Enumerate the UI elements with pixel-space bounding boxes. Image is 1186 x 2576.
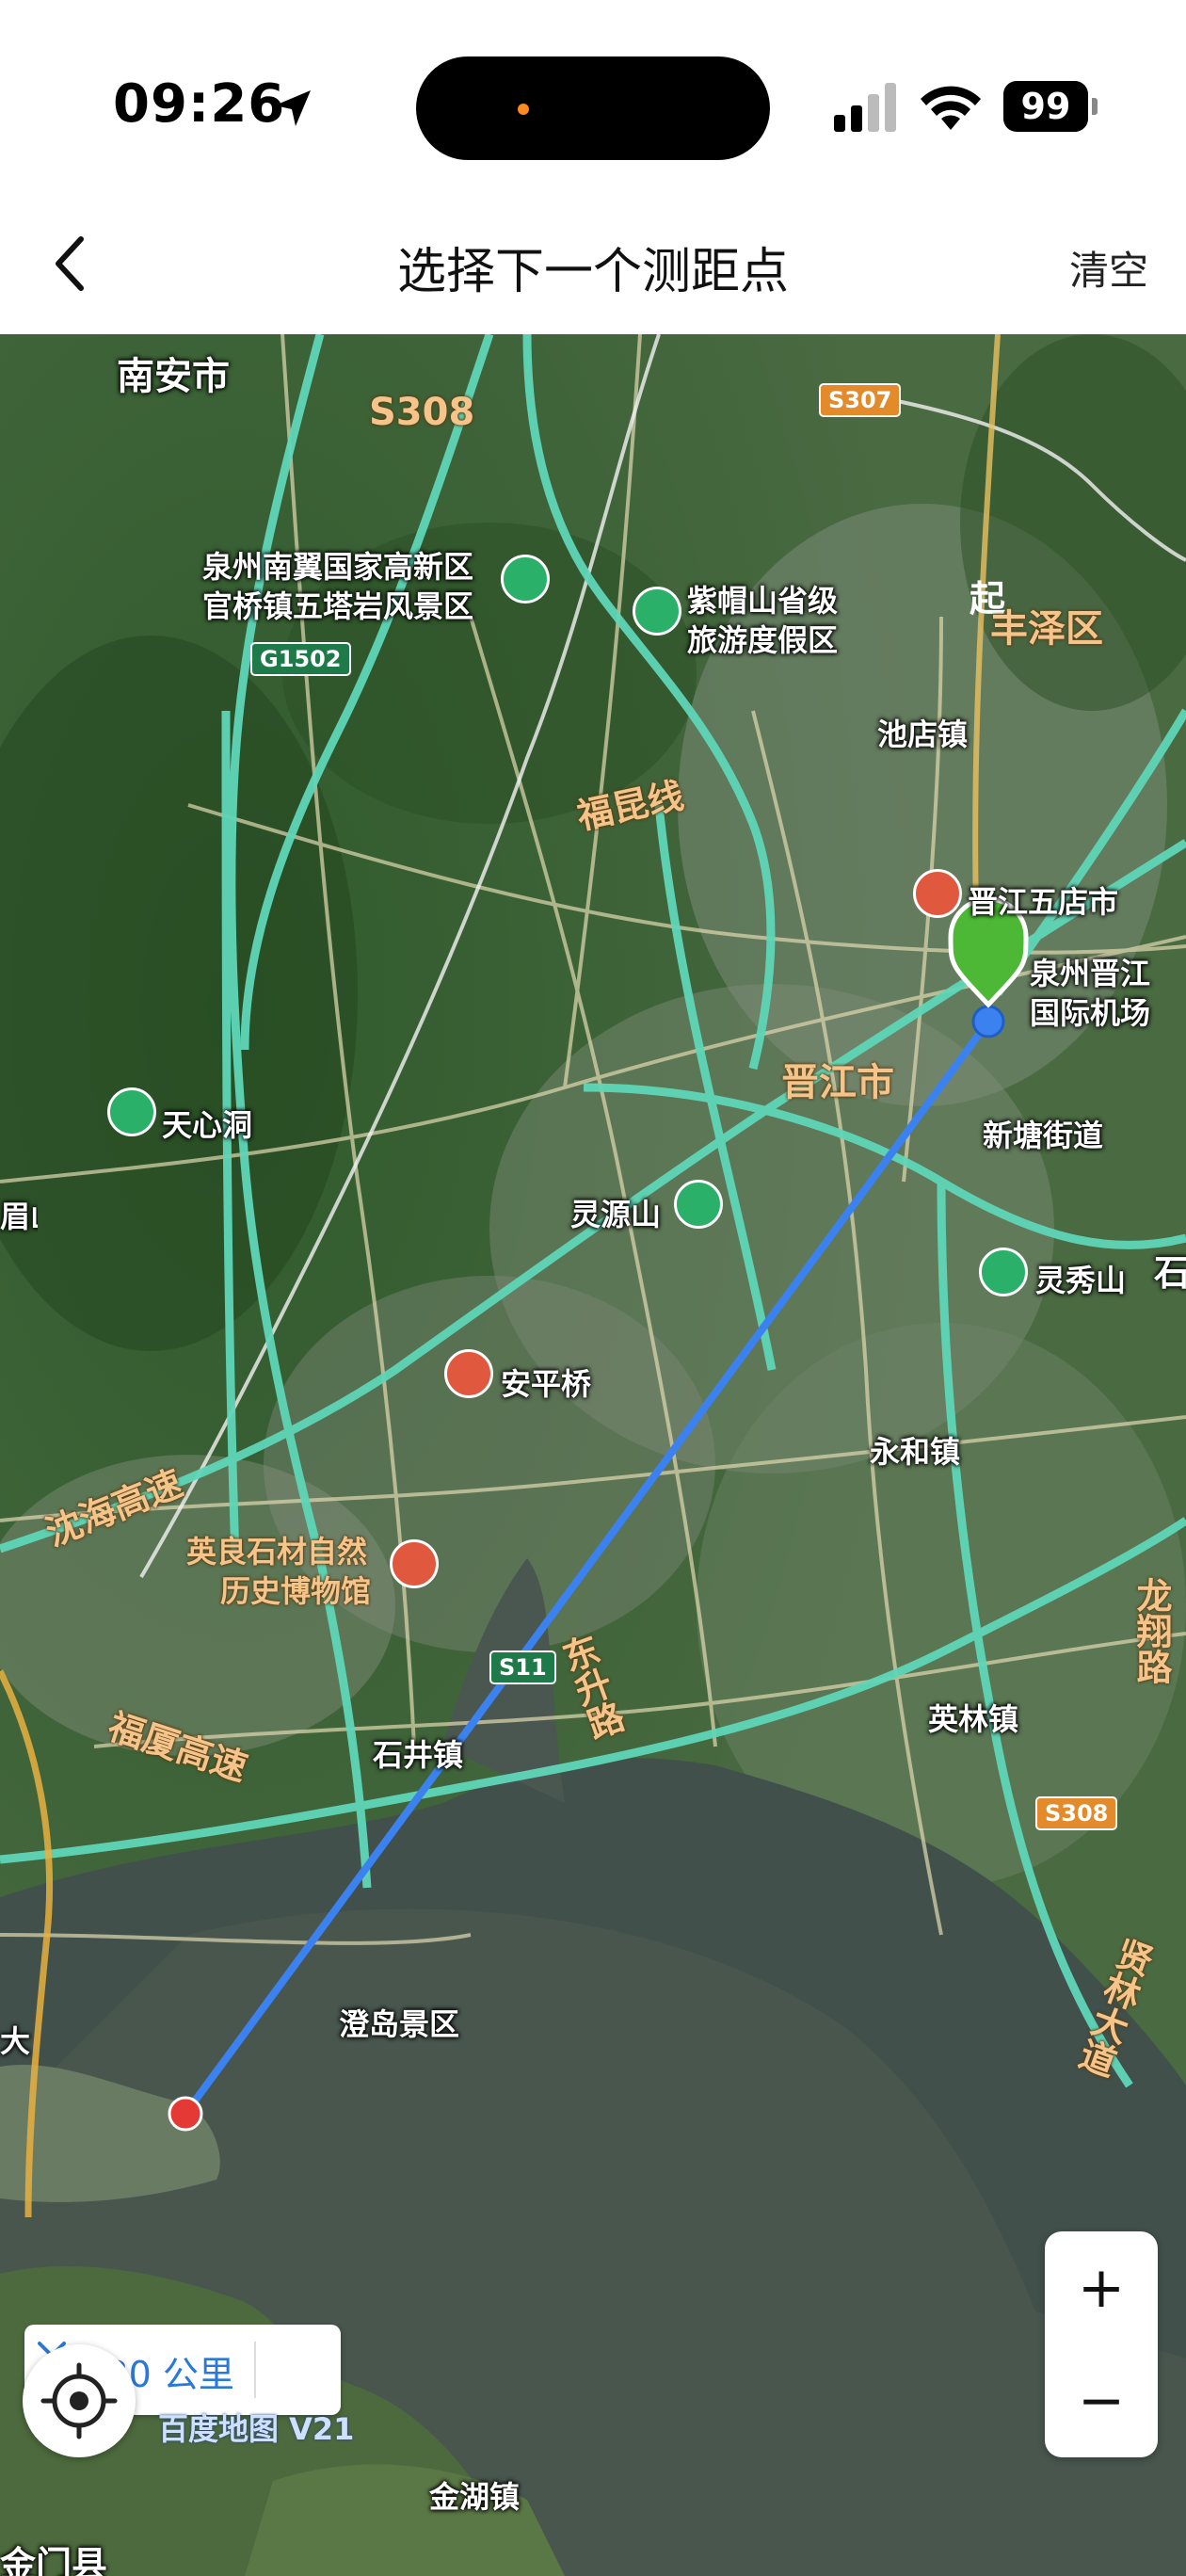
museum-icon [390, 1539, 439, 1588]
tree-icon [674, 1180, 723, 1229]
road-shield: S307 [819, 383, 902, 417]
nav-bar: 选择下一个测距点 清空 [0, 198, 1186, 334]
tree-icon [501, 555, 550, 604]
clear-button[interactable]: 清空 [1069, 239, 1148, 297]
tree-icon [633, 587, 681, 636]
zoom-in-label: + [1077, 2255, 1126, 2321]
place-label: 历史博物馆 [220, 1573, 372, 1609]
place-label: 池店镇 [877, 716, 969, 752]
museum-icon [913, 869, 962, 918]
cellular-signal-icon [834, 83, 896, 132]
museum-icon [444, 1349, 493, 1398]
road-shield: S11 [489, 1650, 556, 1684]
zoom-out-label: − [1077, 2368, 1126, 2434]
place-label: 眉山 [0, 1199, 38, 1234]
place-label: 永和镇 [870, 1434, 961, 1470]
page-title: 选择下一个测距点 [396, 244, 789, 300]
place-label: 英林镇 [928, 1701, 1019, 1737]
place-label: 旅游度假区 [687, 622, 839, 658]
zoom-in-button[interactable]: + [1045, 2231, 1158, 2344]
place-label: 晋江市 [781, 1061, 894, 1104]
zoom-out-button[interactable]: − [1045, 2344, 1158, 2457]
place-label: 官桥镇五塔岩风景区 [202, 588, 474, 624]
place-label: 天心洞 [162, 1107, 253, 1143]
distance-divider [254, 2342, 256, 2398]
wifi-icon [921, 86, 981, 130]
place-label: 紫帽山省级 [687, 583, 839, 619]
place-label: 金湖镇 [429, 2479, 521, 2515]
status-bar: 09:26 99 [0, 0, 1186, 198]
place-label: 灵源山 [570, 1197, 662, 1232]
place-label: 大 [0, 2023, 31, 2059]
place-label: 丰泽区 [990, 607, 1103, 651]
place-label: 金门县 [0, 2544, 108, 2576]
road-shield: G1502 [250, 642, 351, 676]
place-label: 石 [1154, 1252, 1186, 1294]
dynamic-island [416, 56, 770, 160]
satellite-map-canvas [0, 334, 1186, 2576]
locate-button[interactable] [23, 2344, 136, 2457]
battery-level: 99 [1003, 81, 1088, 132]
place-label: 泉州晋江 [1030, 956, 1151, 991]
place-label: 南安市 [117, 355, 230, 398]
road-label: 龙翔路 [1130, 1577, 1172, 1684]
map-view[interactable]: 起 南安市 泉州南翼国家高新区 官桥镇五塔岩风景区 紫帽山省级 旅游度假区 丰泽… [0, 334, 1186, 2576]
road-label: S308 [369, 391, 475, 434]
location-arrow-icon [275, 90, 311, 126]
road-shield: S308 [1035, 1796, 1118, 1830]
place-label: 安平桥 [501, 1366, 592, 1402]
locate-icon [40, 2362, 118, 2439]
status-time: 09:26 [113, 73, 286, 135]
place-label: 灵秀山 [1035, 1263, 1127, 1298]
zoom-control: + − [1045, 2231, 1158, 2457]
map-brand-logo: 百度地图 V21 [158, 2411, 355, 2447]
place-label: 晋江五店市 [968, 884, 1119, 920]
tree-icon [107, 1087, 156, 1136]
place-label: 英良石材自然 [186, 1534, 368, 1570]
place-label: 澄岛景区 [339, 2006, 460, 2042]
place-label: 新塘街道 [983, 1118, 1104, 1153]
place-label: 国际机场 [1030, 995, 1151, 1031]
battery-tip [1092, 98, 1098, 115]
privacy-indicator-dot [518, 104, 529, 115]
place-label: 石井镇 [373, 1737, 464, 1773]
place-label: 泉州南翼国家高新区 [202, 549, 474, 585]
tree-icon [979, 1248, 1028, 1296]
